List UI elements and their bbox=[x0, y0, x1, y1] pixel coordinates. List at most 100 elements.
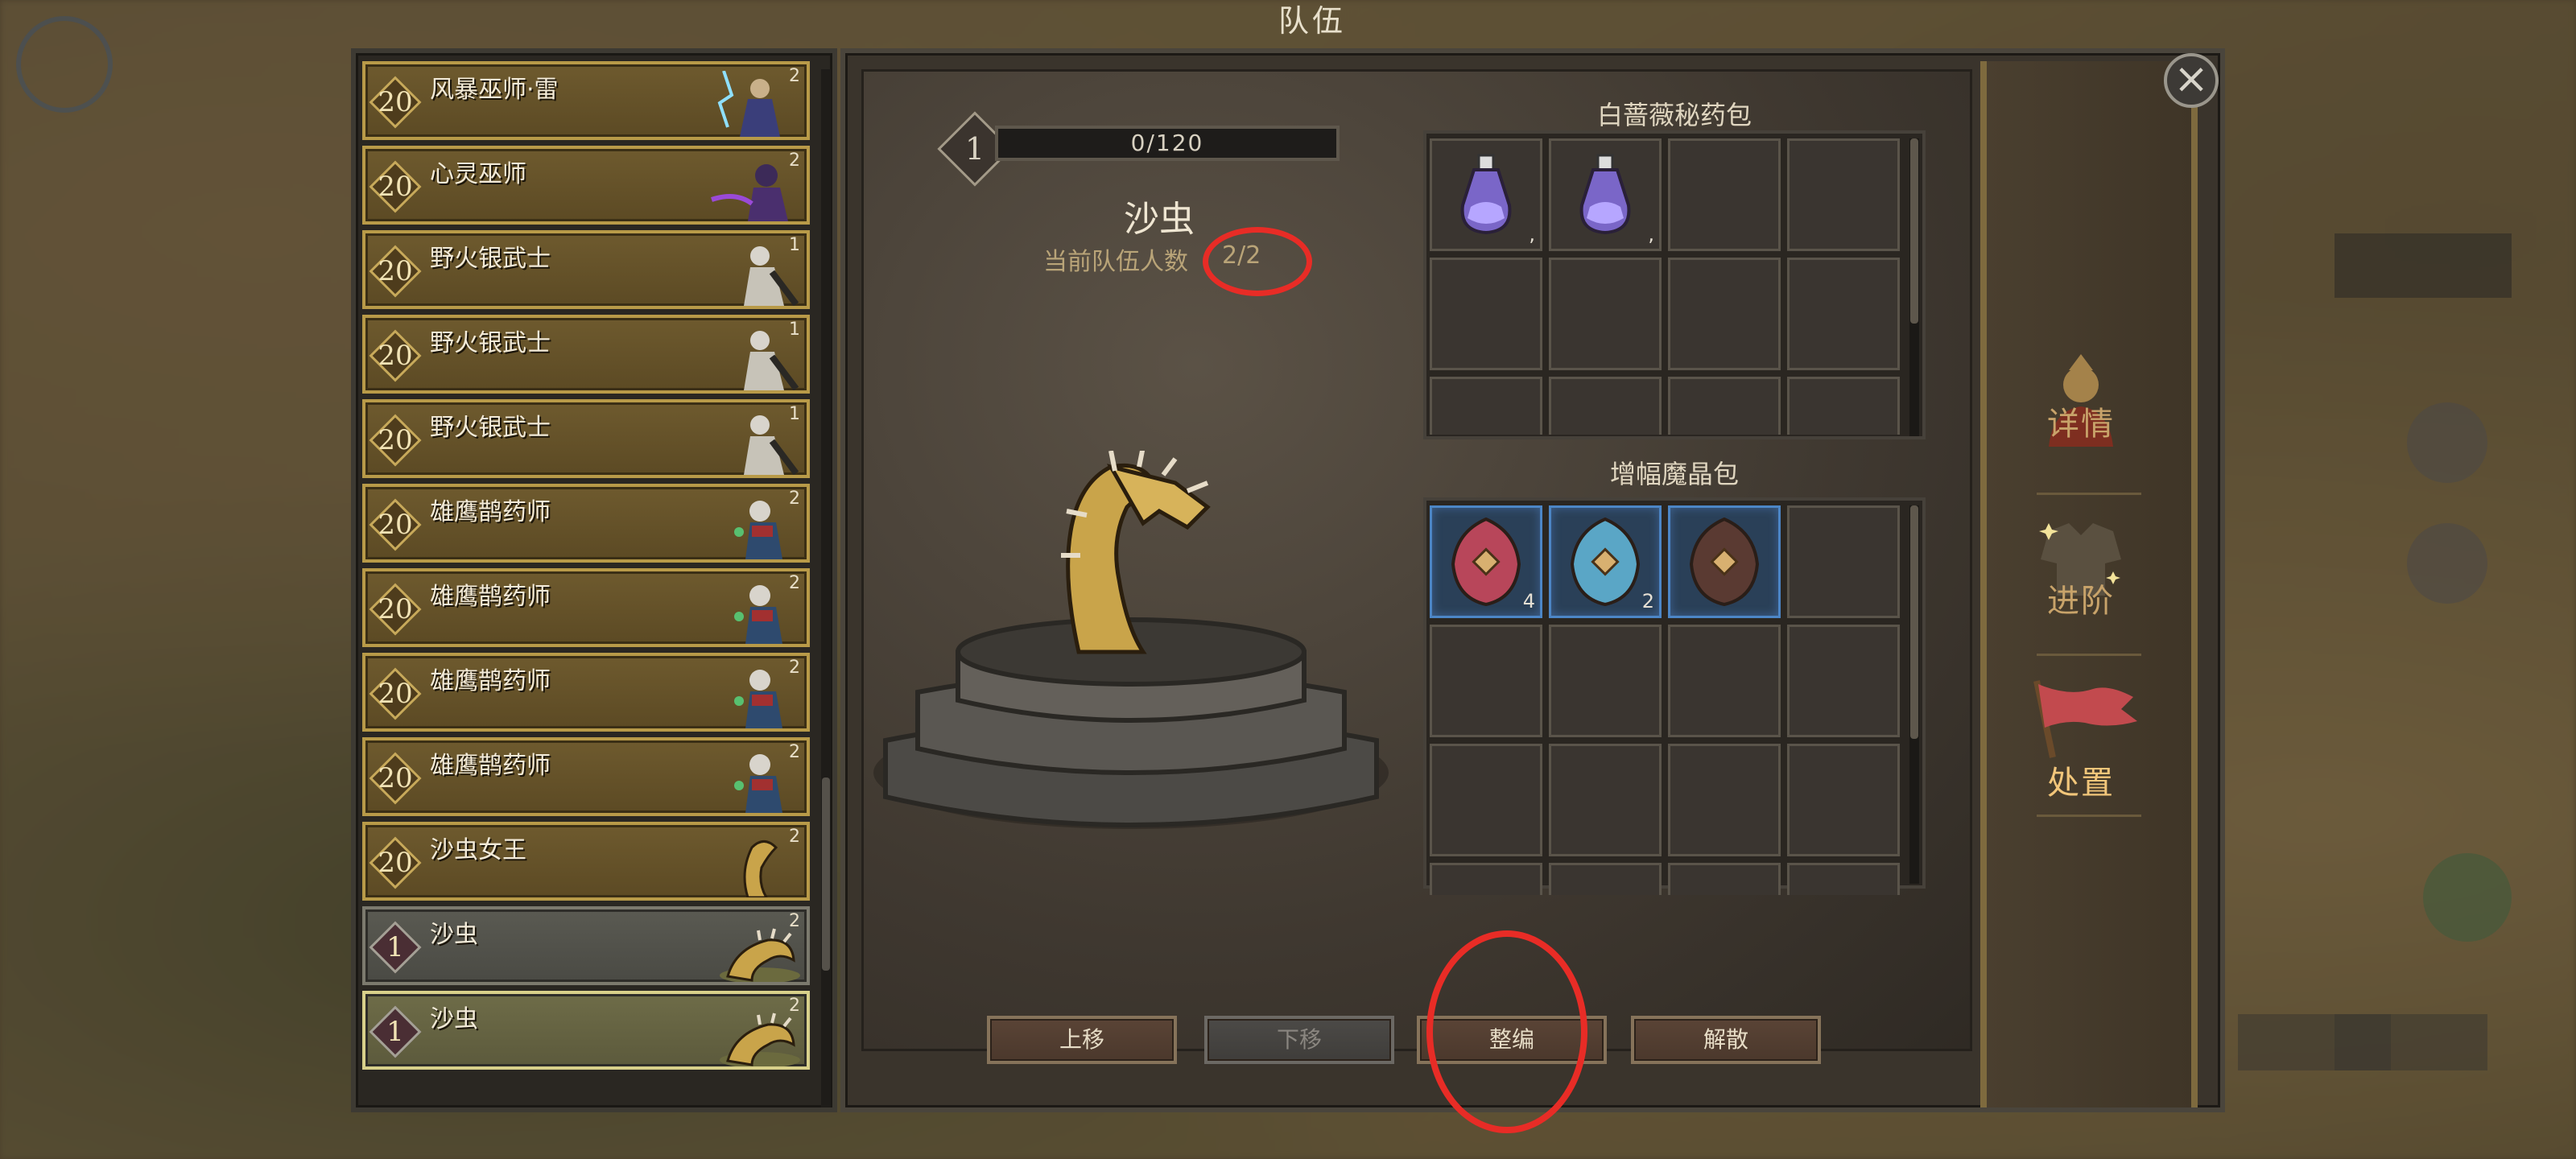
unit-list-item[interactable]: 20 野火银武士 1 bbox=[362, 399, 810, 478]
unit-level: 20 bbox=[378, 847, 413, 879]
unit-name: 雄鹰鹊药师 bbox=[430, 498, 551, 526]
unit-list-scrollbar[interactable] bbox=[821, 69, 831, 1107]
unit-portrait bbox=[734, 585, 782, 644]
unit-level-badge: 20 bbox=[369, 667, 422, 720]
sidebar-item-dispose[interactable]: 处置 bbox=[2021, 673, 2141, 803]
sidebar-item-label: 处置 bbox=[2047, 765, 2115, 802]
unit-count: 2 bbox=[789, 66, 800, 86]
unit-level-badge: 20 bbox=[369, 245, 422, 298]
sidebar-item-details[interactable]: 详情 bbox=[2021, 346, 2141, 447]
unit-list-item[interactable]: 20 雄鹰鹊药师 2 bbox=[362, 484, 810, 563]
unit-list-item[interactable]: 20 野火银武士 1 bbox=[362, 230, 810, 309]
inventory-item-slot[interactable]: , bbox=[1430, 138, 1542, 251]
unit-portrait bbox=[720, 928, 800, 982]
disband-button[interactable]: 解散 bbox=[1631, 1016, 1821, 1064]
inventory-item-slot[interactable]: 2 bbox=[1549, 505, 1662, 618]
unit-count: 2 bbox=[789, 742, 800, 762]
unit-count: 1 bbox=[789, 320, 800, 340]
inventory-empty-slot[interactable] bbox=[1787, 138, 1900, 251]
unit-count: 2 bbox=[789, 573, 800, 593]
unit-list-item[interactable]: 20 沙虫女王 2 bbox=[362, 822, 810, 901]
unit-list-item[interactable]: 20 雄鹰鹊药师 2 bbox=[362, 653, 810, 732]
inventory-empty-slot[interactable] bbox=[1430, 744, 1542, 856]
inventory-empty-slot[interactable] bbox=[1549, 744, 1662, 856]
unit-level: 20 bbox=[378, 678, 413, 710]
inventory-empty-slot[interactable] bbox=[1787, 377, 1900, 435]
inventory-empty-slot[interactable] bbox=[1549, 863, 1662, 895]
map-button-icon bbox=[2423, 853, 2512, 942]
unit-level-badge: 20 bbox=[369, 583, 422, 636]
unit-name: 野火银武士 bbox=[430, 414, 551, 442]
potion-pack-title: 白蔷薇秘药包 bbox=[1596, 100, 1752, 130]
unit-count: 2 bbox=[789, 489, 800, 509]
unit-list-item[interactable]: 1 沙虫 2 bbox=[362, 991, 810, 1070]
inventory-empty-slot[interactable] bbox=[1787, 258, 1900, 370]
unit-list-item[interactable]: 20 心灵巫师 2 bbox=[362, 146, 810, 225]
inventory-empty-slot[interactable] bbox=[1787, 505, 1900, 618]
unit-count: 2 bbox=[789, 996, 800, 1016]
unit-list-item[interactable]: 20 风暴巫师·雷 2 bbox=[362, 61, 810, 140]
inventory-empty-slot[interactable] bbox=[1668, 258, 1781, 370]
unit-count: 2 bbox=[789, 827, 800, 847]
unit-name: 风暴巫师·雷 bbox=[430, 76, 559, 104]
inventory-empty-slot[interactable] bbox=[1668, 863, 1781, 895]
unit-level: 20 bbox=[378, 340, 413, 372]
unit-name: 野火银武士 bbox=[430, 245, 551, 273]
unit-name: 雄鹰鹊药师 bbox=[430, 752, 551, 780]
inventory-empty-slot[interactable] bbox=[1549, 625, 1662, 737]
unit-portrait bbox=[743, 840, 778, 897]
inventory-empty-slot[interactable] bbox=[1549, 377, 1662, 435]
unit-level-badge: 1 bbox=[369, 921, 422, 974]
unit-portrait bbox=[734, 754, 782, 813]
unit-list-item[interactable]: 20 野火银武士 1 bbox=[362, 315, 810, 394]
unit-level: 20 bbox=[378, 509, 413, 541]
inventory-empty-slot[interactable] bbox=[1668, 625, 1781, 737]
close-button[interactable]: × bbox=[2164, 53, 2219, 108]
inventory-empty-slot[interactable] bbox=[1668, 138, 1781, 251]
unit-list-item[interactable]: 1 沙虫 2 bbox=[362, 906, 810, 985]
unit-name: 雄鹰鹊药师 bbox=[430, 667, 551, 695]
inventory-empty-slot[interactable] bbox=[1430, 377, 1542, 435]
inventory-empty-slot[interactable] bbox=[1787, 625, 1900, 737]
dark-crystal-icon bbox=[1689, 517, 1760, 607]
unit-count: 1 bbox=[789, 235, 800, 255]
inventory-empty-slot[interactable] bbox=[1668, 377, 1781, 435]
unit-level: 20 bbox=[378, 86, 413, 118]
unit-count: 2 bbox=[789, 911, 800, 931]
inventory-item-slot[interactable]: , bbox=[1549, 138, 1662, 251]
crystal-scrollbar[interactable] bbox=[1909, 505, 1919, 884]
unit-name: 雄鹰鹊药师 bbox=[430, 583, 551, 611]
inventory-empty-slot[interactable] bbox=[1787, 744, 1900, 856]
move-down-button[interactable]: 下移 bbox=[1204, 1016, 1394, 1064]
unit-portrait bbox=[734, 501, 782, 559]
divider bbox=[2037, 815, 2141, 817]
inventory-empty-slot[interactable] bbox=[1787, 863, 1900, 895]
inventory-item-slot[interactable] bbox=[1668, 505, 1781, 618]
potion-icon bbox=[1460, 154, 1512, 235]
inventory-empty-slot[interactable] bbox=[1430, 258, 1542, 370]
unit-level: 20 bbox=[378, 593, 413, 625]
unit-list-item[interactable]: 20 雄鹰鹊药师 2 bbox=[362, 568, 810, 647]
inventory-empty-slot[interactable] bbox=[1430, 863, 1542, 895]
divider bbox=[2037, 493, 2141, 495]
map-button-icon bbox=[2407, 402, 2487, 483]
potion-icon bbox=[1579, 154, 1631, 235]
inventory-empty-slot[interactable] bbox=[1430, 625, 1542, 737]
inventory-empty-slot[interactable] bbox=[1668, 744, 1781, 856]
map-panel bbox=[2334, 1014, 2487, 1070]
crystal-pack-title: 增幅魔晶包 bbox=[1609, 459, 1739, 489]
sidebar-item-advance[interactable]: 进阶 bbox=[2021, 515, 2141, 621]
inventory-item-slot[interactable]: 4 bbox=[1430, 505, 1542, 618]
unit-level: 20 bbox=[378, 424, 413, 456]
unit-level: 20 bbox=[378, 171, 413, 203]
unit-portrait bbox=[720, 1013, 800, 1066]
unit-count: 2 bbox=[789, 151, 800, 171]
unit-list-item[interactable]: 20 雄鹰鹊药师 2 bbox=[362, 737, 810, 816]
potion-scrollbar[interactable] bbox=[1909, 138, 1919, 436]
flag-icon bbox=[2033, 680, 2137, 758]
move-up-button[interactable]: 上移 bbox=[987, 1016, 1177, 1064]
party-count-label: 当前队伍人数 bbox=[1043, 248, 1188, 276]
inventory-empty-slot[interactable] bbox=[1549, 258, 1662, 370]
sandworm-portrait bbox=[873, 451, 1389, 829]
unit-count: 2 bbox=[789, 658, 800, 678]
